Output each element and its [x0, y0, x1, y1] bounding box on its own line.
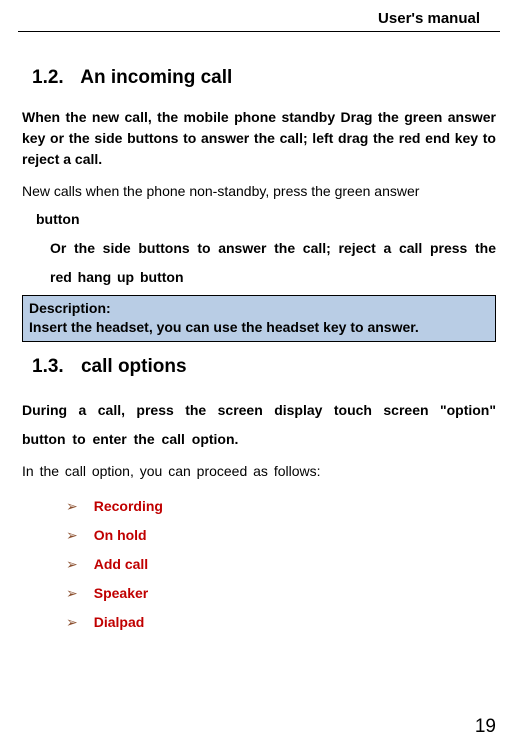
list-item: ➢ Speaker	[66, 585, 496, 602]
section-1-2-para1: When the new call, the mobile phone stan…	[22, 107, 496, 170]
section-1-3-para2: In the call option, you can proceed as f…	[22, 461, 496, 482]
description-text: Insert the headset, you can use the head…	[29, 318, 489, 338]
page-content: 1.2. An incoming call When the new call,…	[0, 32, 518, 631]
chevron-right-icon: ➢	[66, 614, 78, 631]
bullet-text: Recording	[94, 498, 163, 514]
chevron-right-icon: ➢	[66, 498, 78, 515]
page-header: User's manual	[18, 0, 500, 32]
bullet-text: Add call	[94, 556, 148, 572]
section-1-3-heading: 1.3. call options	[22, 356, 496, 378]
chevron-right-icon: ➢	[66, 556, 78, 573]
bullet-text: Dialpad	[94, 614, 145, 630]
list-item: ➢ Dialpad	[66, 614, 496, 631]
section-1-2-title: An incoming call	[80, 67, 232, 88]
section-1-3-title: call options	[81, 356, 187, 377]
section-1-3-para1: During a call, press the screen display …	[22, 396, 496, 455]
description-label: Description:	[29, 299, 489, 319]
section-1-2-para4: Or the side buttons to answer the call; …	[22, 234, 496, 293]
page-number: 19	[475, 716, 496, 738]
section-1-2-number: 1.2.	[32, 67, 64, 89]
section-1-2-para2: New calls when the phone non-standby, pr…	[22, 178, 496, 205]
section-1-2-heading: 1.2. An incoming call	[22, 67, 496, 89]
section-1-3-number: 1.3.	[32, 356, 64, 378]
list-item: ➢ On hold	[66, 527, 496, 544]
bullet-text: Speaker	[94, 585, 148, 601]
bullet-text: On hold	[94, 527, 147, 543]
bullet-list: ➢ Recording ➢ On hold ➢ Add call ➢ Speak…	[22, 498, 496, 631]
section-1-2-para3: button	[22, 205, 496, 234]
list-item: ➢ Add call	[66, 556, 496, 573]
description-box: Description: Insert the headset, you can…	[22, 295, 496, 342]
list-item: ➢ Recording	[66, 498, 496, 515]
chevron-right-icon: ➢	[66, 585, 78, 602]
header-title: User's manual	[378, 10, 480, 27]
chevron-right-icon: ➢	[66, 527, 78, 544]
